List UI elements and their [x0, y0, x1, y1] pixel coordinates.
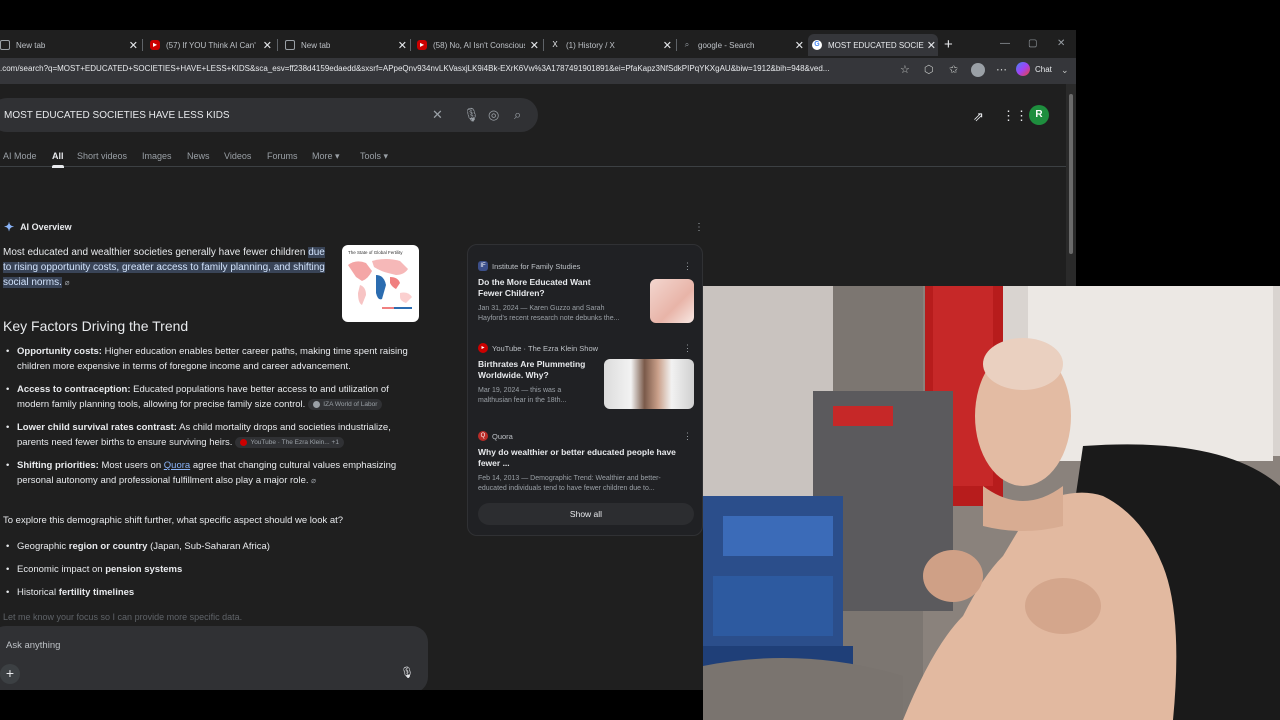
- search-input[interactable]: MOST EDUCATED SOCIETIES HAVE LESS KIDS ✕…: [0, 98, 538, 132]
- bookmark-star-icon[interactable]: ☆: [900, 63, 910, 76]
- tab-forums[interactable]: Forums: [267, 151, 298, 161]
- video-thumbnail: [604, 359, 694, 409]
- close-icon[interactable]: ✕: [129, 39, 138, 52]
- page-icon: [285, 40, 295, 50]
- source-chip[interactable]: YouTube · The Ezra Klein... +1: [235, 436, 344, 448]
- quora-link[interactable]: Quora: [164, 460, 190, 471]
- list-item: Lower child survival rates contrast: As …: [3, 420, 423, 450]
- tab-ai-mode[interactable]: AI Mode: [3, 151, 37, 161]
- list-item: Historical fertility timelines: [3, 585, 423, 600]
- source-chip[interactable]: IZA World of Labor: [308, 398, 383, 410]
- google-icon: G: [812, 40, 822, 50]
- list-item: Shifting priorities: Most users on Quora…: [3, 458, 423, 488]
- extension-icon[interactable]: ⬡: [924, 63, 934, 76]
- show-all-button[interactable]: Show all: [478, 503, 694, 525]
- restore-icon[interactable]: ▢: [1028, 38, 1037, 49]
- tab-images[interactable]: Images: [142, 151, 172, 161]
- more-options-icon[interactable]: ⋮: [683, 431, 692, 442]
- close-icon[interactable]: ✕: [530, 39, 539, 52]
- address-bar: .com/search?q=MOST+EDUCATED+SOCIETIES+HA…: [0, 58, 1076, 84]
- tab-youtube-1[interactable]: ✕▸(57) If YOU Think AI Can't Re: [146, 34, 274, 56]
- more-options-icon[interactable]: ⋮: [694, 222, 704, 233]
- tab-videos[interactable]: Videos: [224, 151, 251, 161]
- youtube-icon: ▸: [417, 40, 427, 50]
- search-icon: ⌕: [684, 40, 690, 49]
- tab-google-search[interactable]: ✕ ⌕ google - Search: [678, 34, 806, 56]
- chevron-down-icon[interactable]: ⌄: [1061, 65, 1069, 76]
- list-item: Opportunity costs: Higher education enab…: [3, 344, 423, 374]
- ai-overview-header: ✦ AI Overview: [4, 220, 72, 234]
- ifs-icon: IF: [478, 261, 488, 271]
- close-icon[interactable]: ✕: [795, 39, 804, 52]
- faded-followup-text: Let me know your focus so I can provide …: [3, 612, 243, 622]
- page-icon: [0, 40, 10, 50]
- sources-panel: IF Institute for Family Studies ⋮ Do the …: [467, 244, 703, 536]
- search-nav-tabs: AI Mode All Short videos Images News Vid…: [0, 147, 1066, 168]
- tab-new-2[interactable]: ✕ New tab: [281, 34, 409, 56]
- share-icon[interactable]: ⇗: [973, 109, 984, 125]
- x-icon: X: [552, 40, 558, 49]
- copilot-icon: [1016, 62, 1030, 76]
- chat-button[interactable]: Chat: [1016, 62, 1052, 76]
- tab-strip: ✕New tab ✕▸(57) If YOU Think AI Can't Re…: [0, 30, 1076, 58]
- close-icon[interactable]: ✕: [263, 39, 272, 52]
- explore-prompt: To explore this demographic shift furthe…: [3, 515, 344, 526]
- add-icon[interactable]: +: [0, 664, 20, 684]
- tab-more[interactable]: More ▾: [312, 151, 340, 162]
- tab-news[interactable]: News: [187, 151, 210, 161]
- clear-icon[interactable]: ✕: [432, 107, 443, 123]
- tab-x-history[interactable]: ✕ X (1) History / X: [546, 34, 674, 56]
- source-card[interactable]: ▸ YouTube · The Ezra Klein Show ⋮ Birthra…: [478, 343, 694, 409]
- factors-list: Opportunity costs: Higher education enab…: [3, 344, 423, 496]
- favorites-icon[interactable]: ✩: [949, 63, 958, 76]
- list-item: Geographic region or country (Japan, Sub…: [3, 539, 423, 554]
- profile-avatar[interactable]: R: [1029, 105, 1049, 125]
- thumbnail-caption: The State of Global Fertility: [348, 250, 403, 255]
- fertility-map-thumbnail[interactable]: The State of Global Fertility: [342, 245, 419, 322]
- key-factors-heading: Key Factors Driving the Trend: [3, 318, 189, 334]
- new-tab-button[interactable]: +: [944, 36, 953, 53]
- ai-overview-summary: Most educated and wealthier societies ge…: [3, 247, 325, 288]
- link-icon[interactable]: ⌀: [311, 476, 316, 485]
- more-menu-icon[interactable]: ⋯: [996, 63, 1007, 76]
- chevron-down-icon: ▾: [335, 151, 340, 161]
- iza-icon: [313, 400, 321, 408]
- minimize-icon[interactable]: —: [1000, 38, 1010, 49]
- ask-anything-input[interactable]: Ask anything + 🎙: [0, 626, 428, 690]
- source-card[interactable]: Q Quora ⋮ Why do wealthier or better educ…: [478, 431, 694, 494]
- webcam-overlay: [703, 286, 1280, 720]
- quora-icon: Q: [478, 431, 488, 441]
- tab-tools[interactable]: Tools ▾: [360, 151, 388, 162]
- mic-icon[interactable]: 🎙: [463, 107, 480, 123]
- more-options-icon[interactable]: ⋮: [683, 343, 692, 354]
- source-thumbnail: [650, 279, 694, 323]
- tab-youtube-2[interactable]: ✕▸(58) No, AI Isn't Conscious. F: [413, 34, 541, 56]
- tab-all[interactable]: All: [52, 151, 64, 168]
- list-item: Economic impact on pension systems: [3, 562, 423, 577]
- sparkle-icon: ✦: [4, 220, 15, 234]
- close-icon[interactable]: ✕: [927, 39, 936, 52]
- lens-icon[interactable]: ◎: [488, 107, 499, 123]
- tab-new-1[interactable]: ✕ New tab: [0, 34, 140, 56]
- apps-grid-icon[interactable]: ⋮⋮: [1002, 108, 1028, 124]
- link-icon[interactable]: ⌀: [65, 278, 70, 287]
- scrollbar-thumb[interactable]: [1069, 94, 1073, 254]
- search-icon[interactable]: ⌕: [514, 107, 521, 123]
- chevron-down-icon: ▾: [383, 151, 389, 161]
- close-icon[interactable]: ✕: [398, 39, 407, 52]
- youtube-icon: ▸: [478, 343, 488, 353]
- url-field[interactable]: .com/search?q=MOST+EDUCATED+SOCIETIES+HA…: [0, 64, 890, 73]
- youtube-icon: ▸: [150, 40, 160, 50]
- youtube-icon: [240, 438, 248, 446]
- window-close-icon[interactable]: ✕: [1057, 38, 1065, 49]
- tab-short-videos[interactable]: Short videos: [77, 151, 127, 161]
- source-card[interactable]: IF Institute for Family Studies ⋮ Do the …: [478, 261, 694, 324]
- profile-avatar-icon[interactable]: [971, 63, 985, 77]
- close-icon[interactable]: ✕: [663, 39, 672, 52]
- mic-icon[interactable]: 🎙: [400, 666, 414, 679]
- aspects-list: Geographic region or country (Japan, Sub…: [3, 539, 423, 608]
- more-options-icon[interactable]: ⋮: [683, 261, 692, 272]
- tab-active-search[interactable]: ✕GMOST EDUCATED SOCIETIE: [808, 34, 938, 56]
- list-item: Access to contraception: Educated popula…: [3, 382, 423, 412]
